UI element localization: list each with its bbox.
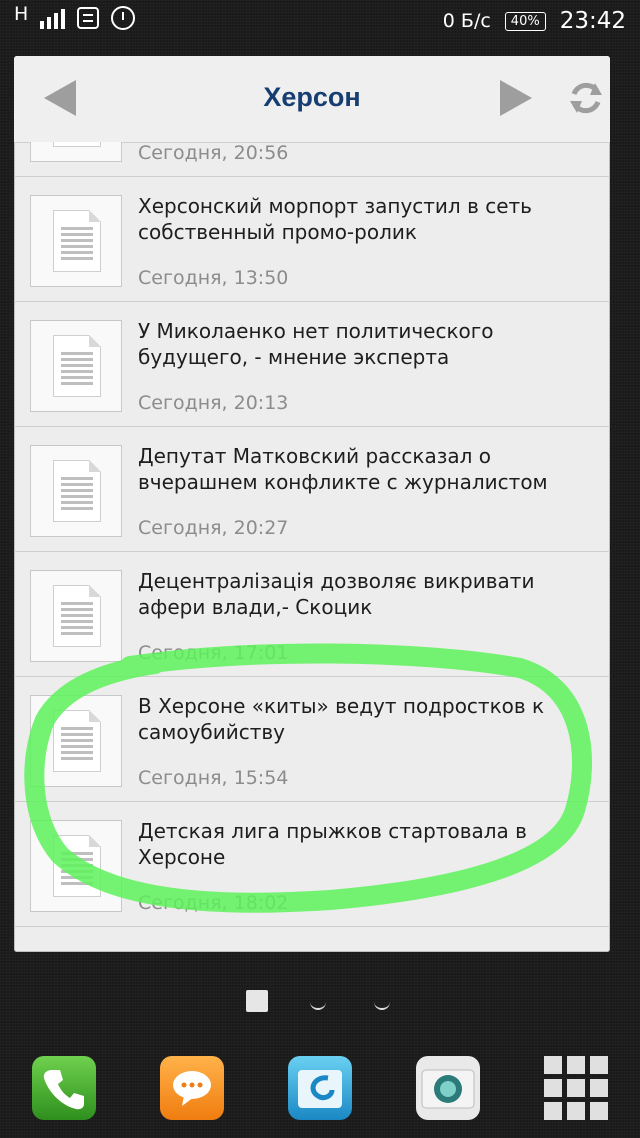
- notification-icon: [77, 7, 100, 29]
- news-widget: Херсон Сегодня, 20:56 Херсонский морпорт…: [14, 56, 610, 952]
- document-thumbnail: [30, 570, 122, 662]
- signal-icon: [40, 7, 66, 29]
- document-thumbnail: [30, 820, 122, 912]
- news-item[interactable]: Сегодня, 20:56: [14, 142, 610, 177]
- news-headline: В Херсоне «киты» ведут подростков к само…: [138, 694, 545, 744]
- news-time: Сегодня, 20:27: [138, 517, 289, 539]
- camera-icon[interactable]: [416, 1056, 480, 1120]
- news-time: Сегодня, 13:50: [138, 267, 289, 289]
- news-item[interactable]: Херсонский морпорт запустил в сеть собст…: [14, 177, 610, 302]
- next-arrow-icon[interactable]: [500, 80, 532, 116]
- news-headline: Децентралізація дозволяє викривати афери…: [138, 569, 535, 619]
- page-indicator: [0, 990, 640, 1020]
- document-icon: [53, 210, 101, 272]
- document-thumbnail: [30, 445, 122, 537]
- status-bar: H 0 Б/с 40% 23:42: [0, 0, 640, 46]
- page-dot-active[interactable]: [246, 990, 268, 1012]
- dock: [0, 1040, 640, 1138]
- news-item[interactable]: В Херсоне «киты» ведут подростков к само…: [14, 677, 610, 802]
- news-feed[interactable]: Сегодня, 20:56 Херсонский морпорт запуст…: [14, 142, 610, 952]
- phone-icon[interactable]: [32, 1056, 96, 1120]
- document-thumbnail: [30, 195, 122, 287]
- document-thumbnail: [30, 142, 122, 162]
- news-item[interactable]: Депутат Матковский рассказал о вчерашнем…: [14, 427, 610, 552]
- network-speed: 0 Б/с: [442, 10, 491, 32]
- document-icon: [53, 835, 101, 897]
- document-icon: [53, 585, 101, 647]
- document-icon: [53, 142, 101, 147]
- page-dot[interactable]: [310, 994, 326, 1010]
- news-time: Сегодня, 20:56: [138, 142, 289, 164]
- news-headline: Херсонский морпорт запустил в сеть собст…: [138, 194, 532, 244]
- news-headline: Депутат Матковский рассказал о вчерашнем…: [138, 444, 548, 494]
- battery-icon: 40%: [504, 11, 546, 31]
- messages-icon[interactable]: [160, 1056, 224, 1120]
- news-time: Сегодня, 18:02: [138, 892, 289, 914]
- clock: 23:42: [559, 8, 626, 34]
- app-drawer-icon[interactable]: [544, 1056, 608, 1120]
- document-icon: [53, 710, 101, 772]
- news-time: Сегодня, 15:54: [138, 767, 289, 789]
- file-manager-icon[interactable]: [288, 1056, 352, 1120]
- document-thumbnail: [30, 695, 122, 787]
- page-dot[interactable]: [374, 994, 390, 1010]
- widget-header: Херсон: [14, 56, 610, 143]
- document-icon: [53, 460, 101, 522]
- news-time: Сегодня, 20:13: [138, 392, 289, 414]
- network-type: H: [14, 3, 29, 25]
- document-icon: [53, 335, 101, 397]
- news-headline: Детская лига прыжков стартовала в Херсон…: [138, 819, 527, 869]
- news-item[interactable]: Децентралізація дозволяє викривати афери…: [14, 552, 610, 677]
- news-item[interactable]: Детская лига прыжков стартовала в Херсон…: [14, 802, 610, 927]
- news-item[interactable]: У Миколаенко нет политического будущего,…: [14, 302, 610, 427]
- document-thumbnail: [30, 320, 122, 412]
- refresh-icon[interactable]: [566, 78, 606, 118]
- alarm-icon: [111, 6, 136, 30]
- news-time: Сегодня, 17:01: [138, 642, 289, 664]
- news-headline: У Миколаенко нет политического будущего,…: [138, 319, 494, 369]
